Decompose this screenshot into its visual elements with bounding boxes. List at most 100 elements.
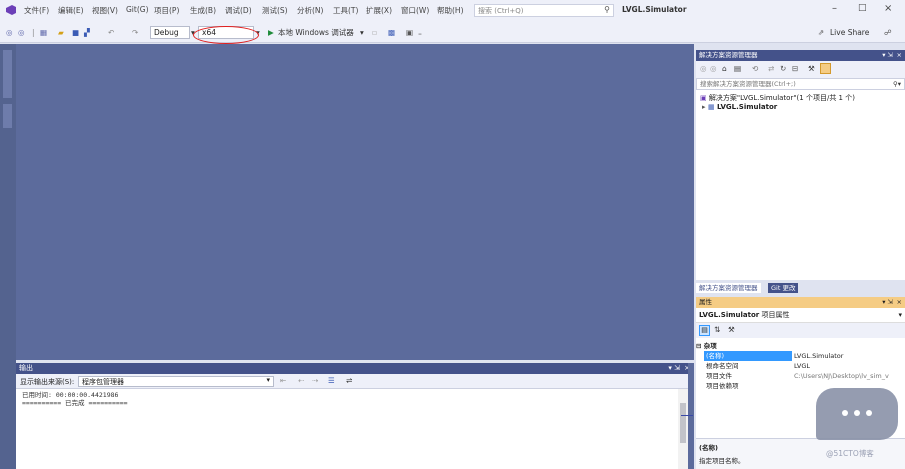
overflow-icon[interactable]: ₌ — [418, 26, 422, 39]
restore-icon[interactable]: □ — [858, 3, 867, 13]
new-project-icon[interactable]: ▦ — [40, 26, 47, 39]
property-row[interactable]: (名称) LVGL.Simulator — [696, 351, 905, 361]
properties-toolbar: ▤ ⇅ ⚒ — [696, 323, 905, 338]
back-icon[interactable]: ◎ — [6, 26, 13, 39]
solution-explorer-pin-icon[interactable]: ▾ ⇲ — [882, 50, 893, 61]
output-pin-icon[interactable]: ▾ ⇲ — [668, 363, 680, 374]
output-title-label: 输出 — [19, 364, 33, 372]
property-pages-icon[interactable]: ⚒ — [728, 325, 735, 334]
output-toolbar: 显示输出来源(S): 程序包管理器 ▾ ⇤ ⇠ ⇢ ☰ ⇌ — [16, 374, 694, 389]
close-icon[interactable]: × — [884, 3, 892, 14]
output-prev-icon[interactable]: ⇠ — [298, 376, 304, 385]
output-next-icon[interactable]: ⇢ — [312, 376, 318, 385]
side-tab-server-explorer[interactable] — [3, 50, 12, 98]
open-folder-icon[interactable]: ▰ — [58, 26, 64, 39]
output-scrollbar[interactable] — [678, 389, 688, 469]
search-box[interactable]: 搜索 (Ctrl+Q) ⚲ — [474, 4, 614, 17]
config-combo[interactable]: Debug — [150, 26, 190, 39]
menu-analyze[interactable]: 分析(N) — [297, 5, 323, 16]
layout-icon[interactable]: ▣ — [406, 26, 413, 39]
menu-project[interactable]: 项目(P) — [154, 5, 179, 16]
side-tab-toolbox[interactable] — [3, 104, 12, 128]
menu-test[interactable]: 测试(S) — [262, 5, 288, 16]
config-value: Debug — [154, 28, 179, 37]
menu-help[interactable]: 帮助(H) — [437, 5, 464, 16]
chat-bubble-icon[interactable] — [816, 388, 898, 440]
menu-build[interactable]: 生成(B) — [190, 5, 216, 16]
se-home-icon[interactable]: ⌂ — [722, 64, 727, 73]
menu-edit[interactable]: 编辑(E) — [58, 5, 84, 16]
properties-object-selector[interactable]: LVGL.Simulator 项目属性 ▾ — [696, 308, 905, 323]
tab-solution-explorer[interactable]: 解决方案资源管理器 — [696, 283, 761, 293]
se-forward-icon[interactable]: ◎ — [710, 64, 717, 73]
tree-row-project[interactable]: ▸ ▦ LVGL.Simulator — [702, 103, 777, 111]
property-name: 根命名空间 — [706, 362, 739, 370]
tree-row-project-label: LVGL.Simulator — [717, 103, 778, 111]
menu-view[interactable]: 视图(V) — [92, 5, 118, 16]
alphabetical-icon[interactable]: ⇅ — [714, 325, 720, 334]
menu-tools[interactable]: 工具(T) — [333, 5, 358, 16]
diagnostics-icon[interactable]: ▩ — [388, 26, 395, 39]
properties-close-icon[interactable]: × — [897, 297, 902, 308]
output-clear-icon[interactable]: ☰ — [328, 376, 335, 385]
solution-search-placeholder: 搜索解决方案资源管理器(Ctrl+;) — [700, 80, 796, 88]
menu-git[interactable]: Git(G) — [126, 5, 149, 14]
editor-edge — [688, 363, 694, 469]
menu-extensions[interactable]: 扩展(X) — [366, 5, 392, 16]
property-row[interactable]: 项目文件 C:\Users\NJ\Desktop\lv_sim_v — [696, 371, 905, 381]
expand-icon[interactable]: ▸ — [702, 103, 706, 111]
solution-search-icon: ⚲▾ — [892, 80, 901, 88]
tree-row-solution[interactable]: ▣ 解决方案"LVGL.Simulator"(1 个项目/共 1 个) — [700, 93, 855, 103]
se-properties-icon[interactable]: ⚒ — [808, 64, 815, 73]
undo-icon[interactable]: ↶ — [108, 26, 114, 39]
output-source-select[interactable]: 程序包管理器 ▾ — [78, 376, 274, 387]
redo-icon[interactable]: ↷ — [132, 26, 138, 39]
solution-explorer-close-icon[interactable]: × — [897, 50, 902, 61]
vs-logo-icon — [6, 5, 16, 15]
se-back-icon[interactable]: ◎ — [700, 64, 707, 73]
search-icon: ⚲ — [604, 5, 610, 14]
search-placeholder: 搜索 (Ctrl+Q) — [478, 7, 524, 15]
live-share-icon: ⇗ — [818, 28, 825, 37]
attach-icon[interactable]: ▫ — [372, 26, 377, 39]
se-switch-view-icon[interactable]: ▤ — [734, 64, 741, 73]
solution-search-input[interactable]: 搜索解决方案资源管理器(Ctrl+;) ⚲▾ — [696, 78, 905, 90]
se-preview-icon[interactable] — [820, 63, 831, 74]
watermark: @51CTO博客 — [826, 449, 874, 458]
collapse-icon[interactable]: ⊟ — [696, 342, 701, 350]
se-pending-icon[interactable]: ⟲ — [752, 64, 758, 73]
categorized-icon[interactable]: ▤ — [699, 325, 710, 336]
menu-window[interactable]: 窗口(W) — [401, 5, 429, 16]
separator-icon: | — [32, 28, 35, 37]
se-refresh-icon[interactable]: ↻ — [780, 64, 786, 73]
property-name: 项目依赖项 — [706, 382, 739, 390]
save-icon[interactable]: ■ — [72, 26, 79, 39]
minimize-icon[interactable]: – — [832, 3, 837, 14]
property-category[interactable]: ⊟ 杂项 — [696, 341, 905, 351]
annotation-circle — [193, 26, 259, 44]
output-source-dropdown-icon: ▾ — [266, 376, 270, 384]
solution-name-title: LVGL.Simulator — [622, 5, 687, 14]
solution-tree: ▣ 解决方案"LVGL.Simulator"(1 个项目/共 1 个) ▸ ▦ … — [696, 90, 905, 280]
scroll-thumb[interactable] — [680, 403, 686, 443]
save-all-icon[interactable]: ▞ — [84, 26, 90, 39]
live-share-button[interactable]: Live Share — [830, 26, 869, 39]
menu-debug[interactable]: 调试(D) — [225, 5, 252, 16]
tab-git-changes[interactable]: Git 更改 — [768, 283, 799, 293]
output-find-icon[interactable]: ⇤ — [280, 376, 286, 385]
se-sync-icon[interactable]: ⇄ — [768, 64, 774, 73]
output-wrap-icon[interactable]: ⇌ — [346, 376, 352, 385]
run-button[interactable]: 本地 Windows 调试器 — [278, 26, 354, 39]
property-row[interactable]: 根命名空间 LVGL — [696, 361, 905, 371]
project-icon: ▦ — [707, 103, 715, 111]
output-text: 已用时间: 00:00:00.4421986 ========== 已完成 ==… — [16, 389, 678, 469]
run-icon[interactable]: ▶ — [268, 26, 274, 39]
properties-pin-icon[interactable]: ▾ ⇲ — [882, 297, 893, 308]
feedback-icon[interactable]: ☍ — [884, 26, 892, 39]
run-dropdown-icon[interactable]: ▾ — [360, 26, 364, 39]
solution-explorer-title: 解决方案资源管理器 ▾ ⇲ × — [696, 50, 905, 61]
se-collapse-icon[interactable]: ⊟ — [792, 64, 798, 73]
property-value: C:\Users\NJ\Desktop\lv_sim_v — [794, 372, 889, 380]
menu-file[interactable]: 文件(F) — [24, 5, 49, 16]
forward-icon[interactable]: ◎ — [18, 26, 25, 39]
